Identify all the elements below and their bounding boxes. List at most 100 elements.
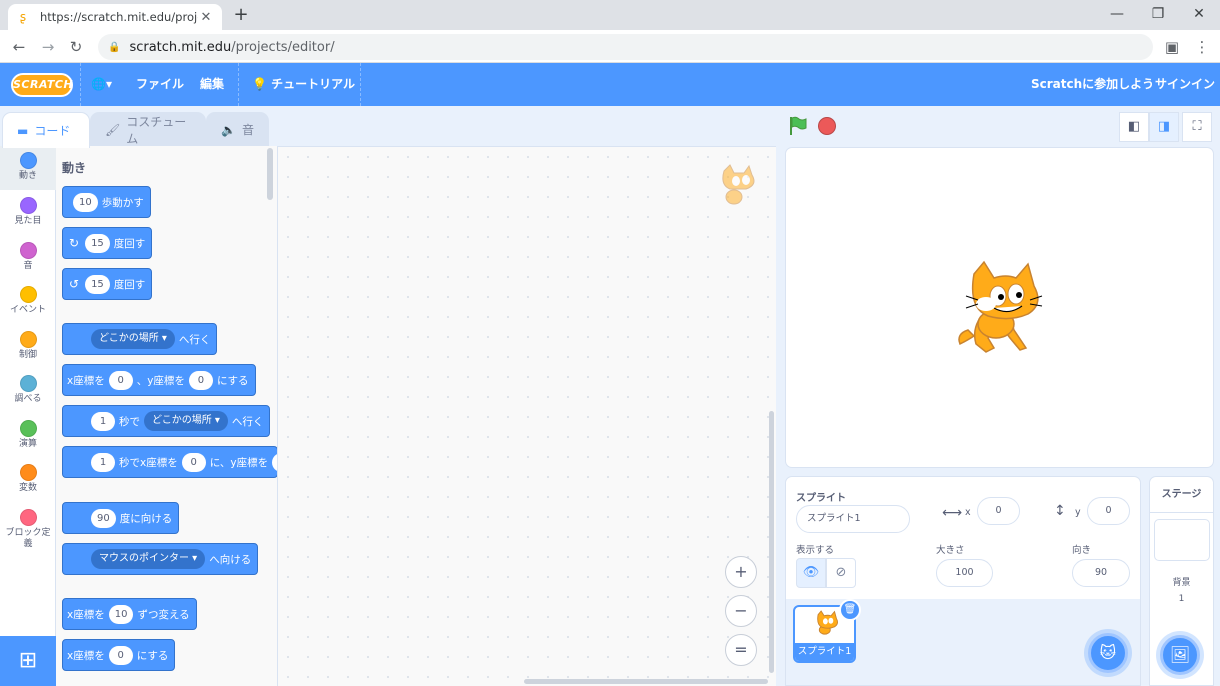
block-turn-left[interactable]: ↺ 15 度回す <box>62 268 153 300</box>
block-dropdown[interactable]: どこかの場所 ▾ <box>91 329 175 349</box>
small-stage-button[interactable]: ◧ <box>1119 112 1149 142</box>
block-input[interactable]: 15 <box>85 274 110 294</box>
block-input[interactable]: 1 <box>91 411 115 431</box>
cat-sprite[interactable] <box>954 260 1046 356</box>
block-move-steps[interactable]: 10 歩動かす <box>62 186 151 218</box>
file-menu[interactable]: ファイル <box>136 63 184 106</box>
block-input[interactable]: 0 <box>181 452 206 472</box>
sprite-watermark-icon <box>722 164 755 205</box>
sprite-name-input[interactable]: スプライト1 <box>796 505 910 533</box>
block-dropdown[interactable]: マウスのポインター ▾ <box>91 549 206 569</box>
block-text: にする <box>136 649 169 662</box>
category-variables[interactable]: 変数 <box>0 458 56 502</box>
block-input[interactable]: 0 <box>108 370 133 390</box>
url-bar[interactable]: 🔒 scratch.mit.edu/projects/editor/ <box>98 34 1153 60</box>
tab-title: https://scratch.mit.edu/projects/e <box>40 10 198 24</box>
tutorials-menu[interactable]: 💡 チュートリアル <box>252 63 355 106</box>
block-glide[interactable]: 1 秒で どこかの場所 ▾ へ行く <box>62 405 271 437</box>
size-input[interactable]: 100 <box>936 559 993 587</box>
zoom-reset-button[interactable]: = <box>725 634 757 666</box>
browser-tab[interactable]: ʂ https://scratch.mit.edu/projects/e ✕ <box>8 4 222 30</box>
category-control[interactable]: 制御 <box>0 325 56 369</box>
scratch-menubar: SCRATCH 🌐▾ ファイル 編集 💡 チュートリアル Scratchに参加し… <box>0 63 1220 106</box>
green-flag-icon[interactable] <box>788 116 808 136</box>
menu-kebab-icon[interactable]: ⋮ <box>1190 35 1214 59</box>
lock-icon: 🔒 <box>108 41 121 53</box>
forward-arrow-icon[interactable]: → <box>36 35 60 59</box>
stage-thumbnail[interactable] <box>1154 519 1210 561</box>
category-looks[interactable]: 見た目 <box>0 191 56 235</box>
add-sprite-button[interactable]: 🐱 <box>1088 633 1128 673</box>
stage-canvas[interactable] <box>785 147 1214 468</box>
join-scratch-link[interactable]: Scratchに参加しよう <box>1031 63 1154 106</box>
block-turn-right[interactable]: ↻ 15 度回す <box>62 227 153 259</box>
workspace-vertical-scrollbar[interactable] <box>769 411 774 673</box>
block-input[interactable]: 0 <box>188 370 213 390</box>
normal-stage-button[interactable]: ◨ <box>1149 112 1179 142</box>
show-sprite-toggle[interactable]: 👁 <box>796 558 826 588</box>
tab-sounds[interactable]: 🔈 音 <box>206 112 269 146</box>
category-sound[interactable]: 音 <box>0 236 56 280</box>
block-input[interactable]: 90 <box>91 508 116 528</box>
block-glide-xy[interactable]: 1秒でx座標を0に、y座標を0 <box>62 446 277 478</box>
fullscreen-button[interactable]: ⛶ <box>1182 112 1212 142</box>
back-arrow-icon[interactable]: ← <box>7 35 31 59</box>
block-dropdown[interactable]: どこかの場所 ▾ <box>144 411 228 431</box>
zoom-in-button[interactable]: + <box>725 556 757 588</box>
workspace-horizontal-scrollbar[interactable] <box>524 679 768 684</box>
scratch-logo[interactable]: SCRATCH <box>11 73 73 97</box>
block-text: に、y座標を <box>209 456 269 469</box>
edit-menu[interactable]: 編集 <box>200 63 224 106</box>
palette-scrollbar[interactable] <box>267 148 273 200</box>
block-input[interactable]: 10 <box>73 192 98 212</box>
category-dot <box>19 331 37 348</box>
category-label: ブロック定義 <box>5 528 51 549</box>
image-plus-icon: 🖼 <box>1169 645 1191 664</box>
delete-sprite-icon[interactable]: 🗑 <box>839 599 861 621</box>
block-text: x座標を <box>67 608 105 621</box>
block-input[interactable]: 15 <box>85 233 110 253</box>
add-extension-button[interactable]: ⊞ <box>0 636 56 686</box>
category-motion[interactable]: 動き <box>0 146 56 190</box>
new-tab-button[interactable]: + <box>230 4 252 26</box>
direction-label: 向き <box>1072 545 1092 556</box>
block-goto-xy[interactable]: x座標を 0 、y座標を 0 にする <box>62 364 256 396</box>
sign-in-link[interactable]: サインイン <box>1155 63 1215 106</box>
language-globe-icon[interactable]: 🌐▾ <box>91 63 112 106</box>
tab-close-icon[interactable]: ✕ <box>198 10 214 25</box>
add-backdrop-button[interactable]: 🖼 <box>1160 635 1200 675</box>
y-position-input[interactable]: 0 <box>1087 497 1130 525</box>
category-sensing[interactable]: 調べる <box>0 369 56 413</box>
tab-costumes[interactable]: 🖌 コスチューム <box>90 112 206 146</box>
restore-button[interactable]: ❐ <box>1137 2 1179 26</box>
category-label: 見た目 <box>14 216 42 226</box>
block-point-toward[interactable]: マウスのポインター ▾ へ向ける <box>62 543 259 575</box>
code-workspace[interactable]: + − = <box>278 146 776 686</box>
url-host: scratch.mit.edu <box>129 39 232 55</box>
block-goto[interactable]: どこかの場所 ▾ へ行く <box>62 323 218 355</box>
x-position-input[interactable]: 0 <box>977 497 1020 525</box>
block-input[interactable]: 10 <box>108 604 134 624</box>
block-point-direction[interactable]: 90 度に向ける <box>62 502 180 534</box>
direction-input[interactable]: 90 <box>1072 559 1130 587</box>
reload-icon[interactable]: ↻ <box>64 35 88 59</box>
category-label: 動き <box>18 171 37 181</box>
stop-button[interactable] <box>818 117 836 135</box>
block-input[interactable]: 0 <box>108 645 133 665</box>
block-change-x[interactable]: x座標を 10 ずつ変える <box>62 598 197 630</box>
block-input[interactable]: 1 <box>91 452 115 472</box>
tab-code[interactable]: ▬ コード <box>2 112 90 148</box>
category-events[interactable]: イベント <box>0 280 56 324</box>
scratch-favicon-icon: ʂ <box>19 10 27 24</box>
hide-sprite-toggle[interactable]: ⊘ <box>826 558 856 588</box>
tab-code-label: コード <box>34 124 71 138</box>
close-window-button[interactable]: ✕ <box>1178 2 1220 26</box>
category-my-blocks[interactable]: ブロック定義 <box>0 503 56 549</box>
profile-icon[interactable]: ▣ <box>1160 35 1184 59</box>
minimize-button[interactable]: — <box>1096 2 1138 26</box>
block-set-x[interactable]: x座標を 0 にする <box>62 639 176 671</box>
category-operators[interactable]: 演算 <box>0 414 56 458</box>
eye-off-icon: ⊘ <box>835 565 847 580</box>
zoom-out-button[interactable]: − <box>725 595 757 627</box>
block-text: 歩動かす <box>101 196 144 209</box>
